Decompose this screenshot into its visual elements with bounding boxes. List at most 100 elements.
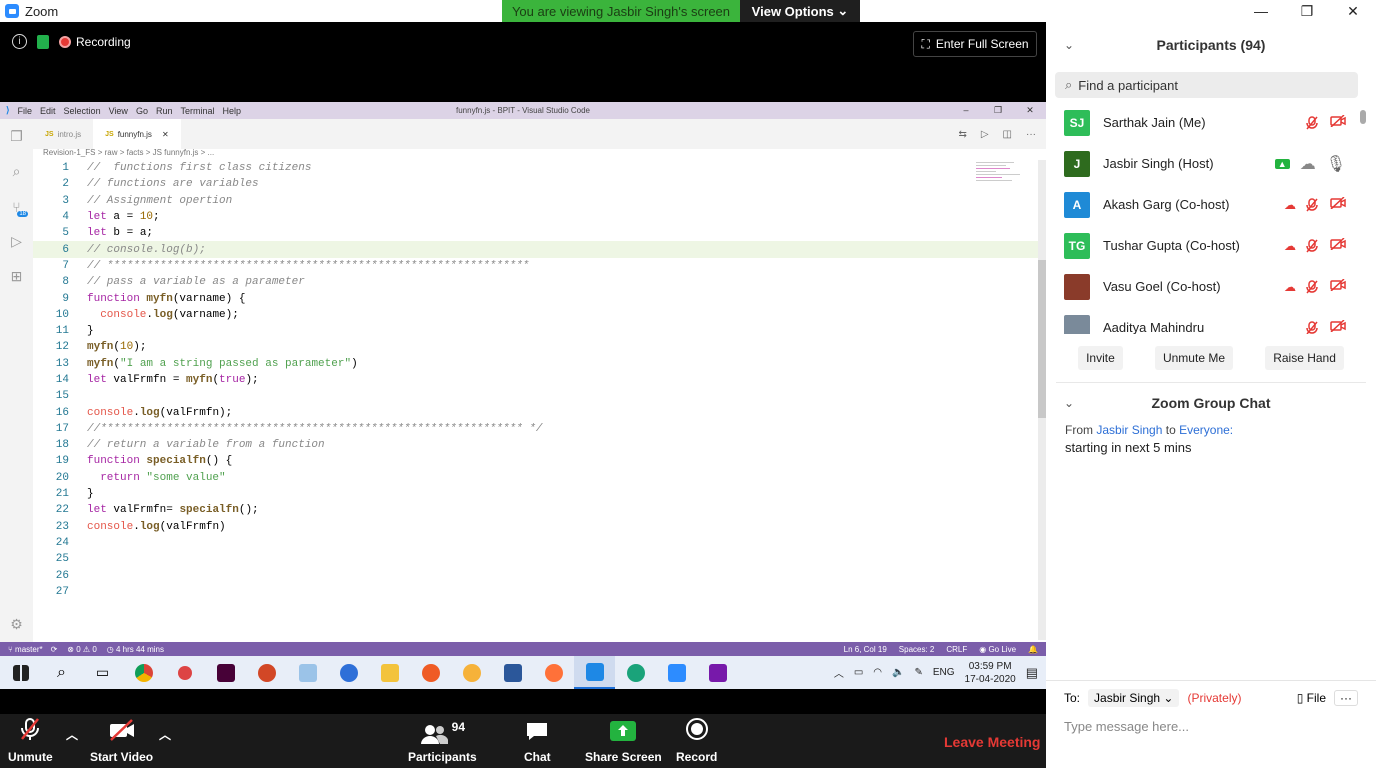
- code-line[interactable]: 14 let valFrmfn = myfn(true);: [33, 372, 1038, 388]
- task-view-icon[interactable]: ▭: [82, 656, 123, 689]
- tray-chevron-icon[interactable]: ︿: [834, 665, 844, 680]
- code-line[interactable]: 15: [33, 388, 1038, 404]
- snipping-tool-icon[interactable]: [164, 656, 205, 689]
- code-line[interactable]: 12 myfn(10);: [33, 339, 1038, 355]
- file-button[interactable]: ▯ File: [1297, 691, 1326, 705]
- problems-item[interactable]: ⊗ 0 ⚠ 0: [67, 645, 96, 654]
- chrome-icon[interactable]: [123, 656, 164, 689]
- participants-button[interactable]: 94 Participants: [408, 714, 477, 768]
- code-line[interactable]: 20 return "some value": [33, 470, 1038, 486]
- run-icon[interactable]: ▷: [981, 129, 989, 140]
- chrome-canary-icon[interactable]: [451, 656, 492, 689]
- adobe-xd-icon[interactable]: [205, 656, 246, 689]
- code-line[interactable]: 4 let a = 10;: [33, 209, 1038, 225]
- code-line[interactable]: 23 console.log(valFrmfn): [33, 519, 1038, 535]
- lock-icon[interactable]: [37, 34, 49, 49]
- participant-row[interactable]: SJ Sarthak Jain (Me): [1046, 102, 1376, 143]
- windows-start-icon[interactable]: [0, 656, 41, 689]
- chat-sender[interactable]: Jasbir Singh: [1096, 423, 1162, 437]
- firefox-dev-icon[interactable]: [328, 656, 369, 689]
- language-indicator[interactable]: ENG: [933, 667, 955, 678]
- record-button[interactable]: Record: [676, 714, 717, 768]
- vscode-menu-item-terminal[interactable]: Terminal: [180, 106, 214, 116]
- participant-search-input[interactable]: ⌕ Find a participant: [1055, 72, 1358, 98]
- participant-row[interactable]: Vasu Goel (Co-host) ☁: [1046, 266, 1376, 307]
- participant-row[interactable]: A Akash Garg (Co-host) ☁: [1046, 184, 1376, 225]
- enter-full-screen-button[interactable]: ⛶ Enter Full Screen: [913, 31, 1037, 57]
- code-editor[interactable]: 1 // functions first class citizens 2 // fu…: [33, 160, 1038, 630]
- powerpoint-icon[interactable]: [246, 656, 287, 689]
- cursor-position[interactable]: Ln 6, Col 19: [844, 645, 887, 654]
- branch-item[interactable]: ⑂ master*: [8, 645, 43, 654]
- code-line[interactable]: 19 function specialfn() {: [33, 453, 1038, 469]
- tab-intro-js[interactable]: JS intro.js: [33, 119, 93, 149]
- chat-message-input[interactable]: Type message here...: [1064, 719, 1358, 734]
- leave-meeting-button[interactable]: Leave Meeting: [944, 734, 1040, 750]
- tab-close-icon[interactable]: ✕: [162, 130, 169, 139]
- action-center-icon[interactable]: ▤: [1026, 665, 1038, 681]
- pen-icon[interactable]: ✎: [914, 667, 922, 678]
- compare-icon[interactable]: ⇆: [958, 129, 966, 140]
- zoom-taskbar-icon[interactable]: [656, 656, 697, 689]
- vscode-close-icon[interactable]: ✕: [1014, 105, 1046, 116]
- close-icon[interactable]: ✕: [1330, 0, 1376, 22]
- code-line[interactable]: 13 myfn("I am a string passed as paramete…: [33, 356, 1038, 372]
- file-explorer-icon[interactable]: [369, 656, 410, 689]
- wifi-icon[interactable]: ◠: [873, 667, 882, 678]
- vscode-minimize-icon[interactable]: –: [950, 105, 982, 116]
- code-line[interactable]: 26: [33, 567, 1038, 583]
- indentation[interactable]: Spaces: 2: [899, 645, 935, 654]
- audio-options-chevron-icon[interactable]: ︿: [66, 714, 78, 768]
- breadcrumb[interactable]: Revision-1_FS > raw > facts > JS funnyfn…: [43, 148, 214, 157]
- start-video-button[interactable]: Start Video: [90, 714, 153, 768]
- word-icon[interactable]: [492, 656, 533, 689]
- code-line[interactable]: 25: [33, 551, 1038, 567]
- editor-scrollbar[interactable]: [1038, 160, 1046, 640]
- recording-indicator[interactable]: Recording: [59, 35, 131, 49]
- vscode-restore-icon[interactable]: ❐: [982, 105, 1014, 116]
- postman-icon[interactable]: [410, 656, 451, 689]
- code-line[interactable]: 3 // Assignment opertion: [33, 193, 1038, 209]
- code-line[interactable]: 2 // functions are variables: [33, 176, 1038, 192]
- participant-row[interactable]: Aaditya Mahindru: [1046, 307, 1376, 334]
- code-line[interactable]: 16 console.log(valFrmfn);: [33, 404, 1038, 420]
- go-live-item[interactable]: ◉ Go Live: [979, 645, 1016, 654]
- sync-icon[interactable]: ⟳: [51, 645, 58, 654]
- split-editor-icon[interactable]: ◫: [1003, 129, 1012, 140]
- line-ending[interactable]: CRLF: [946, 645, 967, 654]
- firefox-icon[interactable]: [533, 656, 574, 689]
- minimize-icon[interactable]: —: [1238, 0, 1284, 22]
- code-line[interactable]: 21}: [33, 486, 1038, 502]
- vscode-menu-item-view[interactable]: View: [109, 106, 128, 116]
- code-line[interactable]: 11}: [33, 323, 1038, 339]
- tab-funnyfn-js[interactable]: JS funnyfn.js ✕: [93, 119, 181, 149]
- search-icon[interactable]: ⌕: [0, 154, 33, 189]
- view-options-button[interactable]: View Options ⌄: [740, 0, 860, 22]
- participant-row[interactable]: TG Tushar Gupta (Co-host) ☁: [1046, 225, 1376, 266]
- recipient-select[interactable]: Jasbir Singh ⌄: [1088, 689, 1180, 707]
- notification-bell-icon[interactable]: 🔔: [1028, 645, 1038, 654]
- run-debug-icon[interactable]: ▷: [0, 224, 33, 259]
- onenote-icon[interactable]: [697, 656, 738, 689]
- code-line[interactable]: 10 console.log(varname);: [33, 307, 1038, 323]
- raise-hand-button[interactable]: Raise Hand: [1265, 346, 1344, 370]
- chat-recipient[interactable]: Everyone:: [1179, 423, 1233, 437]
- vscode-taskbar-icon[interactable]: [574, 656, 615, 689]
- search-icon[interactable]: ⌕: [41, 656, 82, 689]
- unmute-button[interactable]: Unmute: [8, 714, 53, 768]
- unmute-me-button[interactable]: Unmute Me: [1154, 346, 1233, 370]
- participant-row[interactable]: J Jasbir Singh (Host) ▲ ☁ 🎙: [1046, 143, 1376, 184]
- vscode-menu-item-edit[interactable]: Edit: [40, 106, 56, 116]
- video-options-chevron-icon[interactable]: ︿: [159, 714, 171, 768]
- code-line[interactable]: 24: [33, 535, 1038, 551]
- restore-icon[interactable]: ❐: [1284, 0, 1330, 22]
- vscode-menu-item-go[interactable]: Go: [136, 106, 148, 116]
- vscode-menu-item-run[interactable]: Run: [156, 106, 173, 116]
- invite-button[interactable]: Invite: [1078, 346, 1123, 370]
- code-line[interactable]: 7 // ************************************…: [33, 258, 1038, 274]
- notepad-icon[interactable]: [287, 656, 328, 689]
- code-line[interactable]: 17 //************************************…: [33, 421, 1038, 437]
- volume-icon[interactable]: 🔈: [892, 667, 904, 678]
- minimap[interactable]: [976, 160, 1036, 200]
- code-line[interactable]: 18 // return a variable from a function: [33, 437, 1038, 453]
